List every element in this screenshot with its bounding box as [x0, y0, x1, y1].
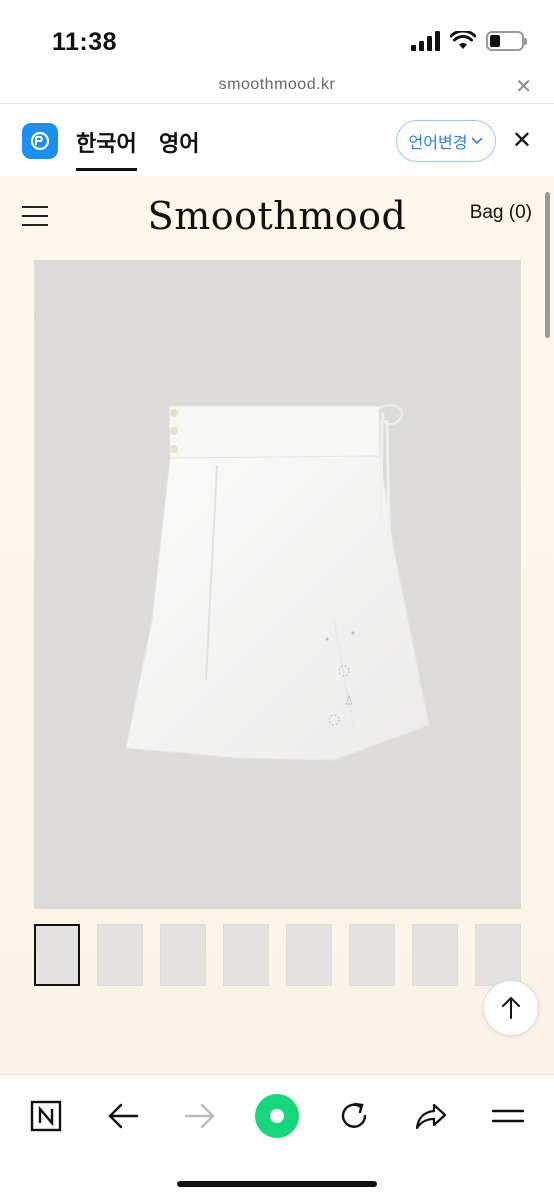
back-icon[interactable]	[100, 1093, 146, 1139]
translate-logo-icon	[22, 123, 58, 159]
site-content: Smoothmood Bag (0)	[0, 176, 554, 1074]
translate-bar: 한국어 영어 언어변경 ✕	[0, 104, 554, 176]
tab-korean[interactable]: 한국어	[76, 126, 137, 171]
url-bar[interactable]: smoothmood.kr ✕	[0, 66, 554, 104]
thumbnail-strip	[34, 924, 521, 988]
arrow-up-icon	[502, 996, 520, 1019]
thumbnail[interactable]	[97, 924, 143, 986]
home-indicator	[177, 1181, 377, 1187]
url-close-icon[interactable]: ✕	[515, 74, 532, 99]
scrollbar[interactable]	[545, 192, 550, 338]
signal-icon	[411, 31, 440, 51]
status-bar: 11:38	[0, 0, 554, 66]
language-change-label: 언어변경	[408, 135, 468, 152]
translate-close-icon[interactable]: ✕	[512, 126, 532, 155]
url-text[interactable]: smoothmood.kr	[0, 76, 554, 94]
status-time: 11:38	[52, 28, 118, 56]
thumbnail[interactable]	[412, 924, 458, 986]
language-change-button[interactable]: 언어변경	[396, 120, 496, 162]
thumbnail[interactable]	[349, 924, 395, 986]
thumbnail[interactable]	[475, 924, 521, 986]
naver-icon[interactable]	[23, 1093, 69, 1139]
thumbnail[interactable]	[223, 924, 269, 986]
forward-icon[interactable]	[177, 1093, 223, 1139]
product-image[interactable]	[34, 260, 521, 909]
thumbnail[interactable]	[34, 924, 80, 986]
thumbnail[interactable]	[286, 924, 332, 986]
wifi-icon	[450, 31, 476, 49]
refresh-icon[interactable]	[331, 1093, 377, 1139]
green-dot-button[interactable]	[254, 1093, 300, 1139]
menu-icon[interactable]	[485, 1093, 531, 1139]
status-icons	[411, 31, 527, 51]
battery-icon	[486, 31, 527, 51]
share-icon[interactable]	[408, 1093, 454, 1139]
thumbnail[interactable]	[160, 924, 206, 986]
scroll-to-top-button[interactable]	[483, 980, 539, 1036]
chevron-down-icon	[471, 137, 484, 145]
bag-link[interactable]: Bag (0)	[470, 202, 532, 224]
tab-english[interactable]: 영어	[159, 126, 199, 158]
